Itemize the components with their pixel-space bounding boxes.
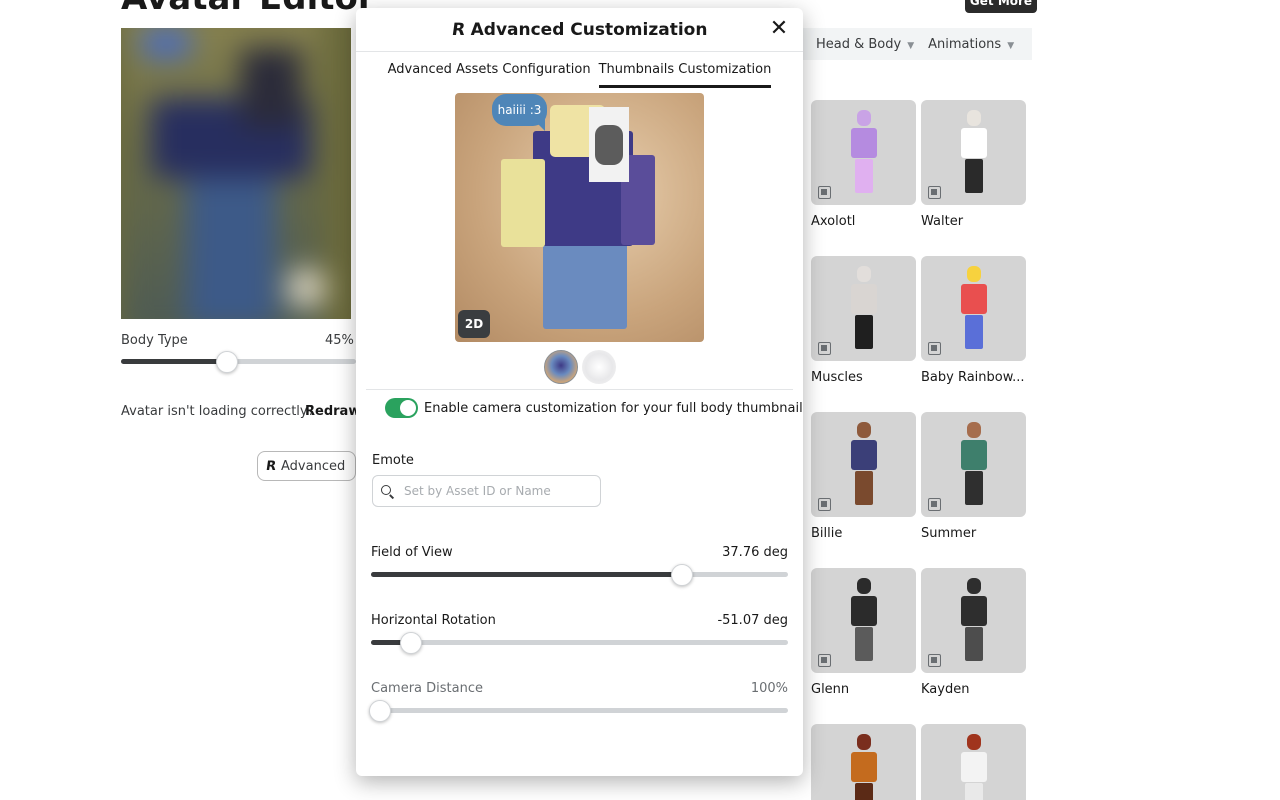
camera-distance-label: Camera Distance xyxy=(371,681,483,696)
field-of-view-slider[interactable] xyxy=(371,564,788,586)
camera-distance-slider-block: Camera Distance 100% xyxy=(369,681,788,722)
tab-advanced-assets[interactable]: Advanced Assets Configuration xyxy=(388,60,591,88)
divider xyxy=(366,389,793,390)
full-body-thumbnail-option[interactable] xyxy=(544,350,578,384)
close-icon[interactable]: ✕ xyxy=(767,18,791,42)
horizontal-rotation-slider[interactable] xyxy=(371,632,788,654)
view-2d-toggle[interactable]: 2D xyxy=(458,310,490,338)
field-of-view-slider-block: Field of View 37.76 deg xyxy=(371,545,788,586)
chat-bubble: haiiii :3 xyxy=(492,94,547,131)
emote-label: Emote xyxy=(372,453,414,468)
camera-distance-value: 100% xyxy=(750,681,788,696)
thumbnail-type-picker xyxy=(544,350,616,384)
modal-header: R Advanced Customization ✕ xyxy=(356,8,803,52)
thumbnail-preview: haiiii :3 2D xyxy=(455,93,704,342)
horizontal-rotation-value: -51.07 deg xyxy=(717,613,788,628)
field-of-view-slider-thumb[interactable] xyxy=(670,564,693,586)
roblox-logo-icon: R xyxy=(450,19,467,40)
camera-customization-label: Enable camera customization for your ful… xyxy=(424,400,803,416)
field-of-view-slider-fill xyxy=(371,572,682,577)
horizontal-rotation-slider-thumb[interactable] xyxy=(399,632,422,654)
field-of-view-value: 37.76 deg xyxy=(722,545,788,560)
camera-customization-toggle[interactable] xyxy=(385,398,418,418)
emote-field[interactable] xyxy=(372,475,601,507)
headshot-thumbnail-option[interactable] xyxy=(582,350,616,384)
horizontal-rotation-slider-block: Horizontal Rotation -51.07 deg xyxy=(371,613,788,654)
avatar-legs xyxy=(543,239,627,329)
modal-title: Advanced Customization xyxy=(470,19,708,40)
avatar-left-arm xyxy=(501,159,545,247)
emote-input[interactable] xyxy=(404,484,584,498)
modal-tabs: Advanced Assets Configuration Thumbnails… xyxy=(356,60,803,88)
search-icon xyxy=(381,484,394,498)
tab-thumbnails-customization[interactable]: Thumbnails Customization xyxy=(598,60,772,88)
camera-distance-slider-thumb[interactable] xyxy=(369,700,392,722)
avatar-cat-accessory xyxy=(589,107,629,182)
advanced-customization-modal: R Advanced Customization ✕ Advanced Asse… xyxy=(356,8,803,776)
camera-customization-row: Enable camera customization for your ful… xyxy=(385,398,803,418)
camera-distance-slider[interactable] xyxy=(369,700,788,722)
